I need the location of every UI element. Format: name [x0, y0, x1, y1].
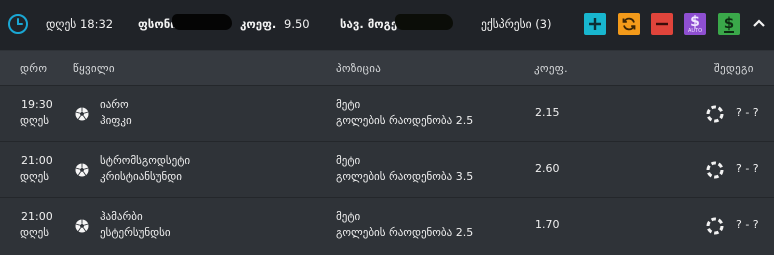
selection-name: გოლების რაოდენობა 2.5	[336, 114, 474, 127]
remove-button[interactable]	[651, 13, 673, 35]
table-row: 21:00 დღეს ჰამარბი ესტერსუნდსი მეტი გოლე…	[0, 197, 774, 253]
total-odds-value: 9.50	[284, 17, 310, 31]
odds-value: 2.60	[535, 162, 560, 175]
column-time: დრო	[20, 62, 48, 75]
refresh-button[interactable]	[618, 13, 640, 35]
market-name: მეტი	[336, 154, 361, 167]
pending-spinner-icon	[706, 161, 724, 179]
column-odds: კოეფ.	[534, 62, 568, 75]
bet-slip-header: დღეს 18:32 ფსონი კოეფ. 9.50 სავ. მოგება …	[0, 0, 774, 50]
bet-type-express: ექსპრესი (3)	[481, 17, 552, 31]
football-icon	[75, 219, 89, 233]
column-event: წყვილი	[73, 62, 115, 75]
match-score: ? - ?	[736, 106, 759, 119]
dollar-icon: $	[690, 13, 700, 30]
event-day: დღეს	[20, 114, 49, 127]
odds-value: 1.70	[535, 218, 560, 231]
table-row: 19:30 დღეს იარო ჰიფკი მეტი გოლების რაოდე…	[0, 85, 774, 141]
minus-icon	[656, 22, 668, 26]
event-time: 21:00	[21, 210, 53, 223]
home-team: ჰამარბი	[100, 210, 143, 223]
plus-icon	[589, 18, 601, 30]
odds-value: 2.15	[535, 106, 560, 119]
table-row: 21:00 დღეს სტრომსგოდსეტი კრისტიანსუნდი მ…	[0, 141, 774, 197]
auto-bet-button[interactable]: $ AUTO	[684, 13, 706, 35]
football-icon	[75, 107, 89, 121]
refresh-icon	[622, 17, 636, 31]
table-header: დრო წყვილი პოზიცია კოეფ. შედეგი	[0, 51, 774, 85]
match-score: ? - ?	[736, 218, 759, 231]
pending-spinner-icon	[706, 217, 724, 235]
event-day: დღეს	[20, 226, 49, 239]
stake-value-redacted	[172, 14, 232, 30]
column-result: შედეგი	[714, 62, 754, 75]
selection-name: გოლების რაოდენობა 3.5	[336, 170, 474, 183]
column-position: პოზიცია	[336, 62, 382, 75]
pending-spinner-icon	[706, 105, 724, 123]
market-name: მეტი	[336, 210, 361, 223]
football-icon	[75, 163, 89, 177]
event-day: დღეს	[20, 170, 49, 183]
event-time: 19:30	[21, 98, 53, 111]
clock-icon	[8, 14, 28, 34]
dollar-icon: $	[723, 13, 735, 33]
add-button[interactable]	[584, 13, 606, 35]
event-time: 21:00	[21, 154, 53, 167]
bet-time: დღეს 18:32	[46, 17, 114, 31]
auto-label: AUTO	[687, 27, 703, 34]
total-odds-label: კოეფ.	[240, 17, 277, 31]
home-team: სტრომსგოდსეტი	[100, 154, 191, 167]
stake-label: ფსონი	[138, 17, 177, 31]
away-team: ესტერსუნდსი	[100, 226, 171, 239]
away-team: კრისტიანსუნდი	[100, 170, 182, 183]
home-team: იარო	[100, 98, 129, 111]
selection-name: გოლების რაოდენობა 2.5	[336, 226, 474, 239]
market-name: მეტი	[336, 98, 361, 111]
possible-win-value-redacted	[395, 14, 453, 30]
chevron-up-icon[interactable]	[752, 18, 766, 28]
place-bet-button[interactable]: $	[718, 13, 740, 35]
away-team: ჰიფკი	[100, 114, 132, 127]
match-score: ? - ?	[736, 162, 759, 175]
